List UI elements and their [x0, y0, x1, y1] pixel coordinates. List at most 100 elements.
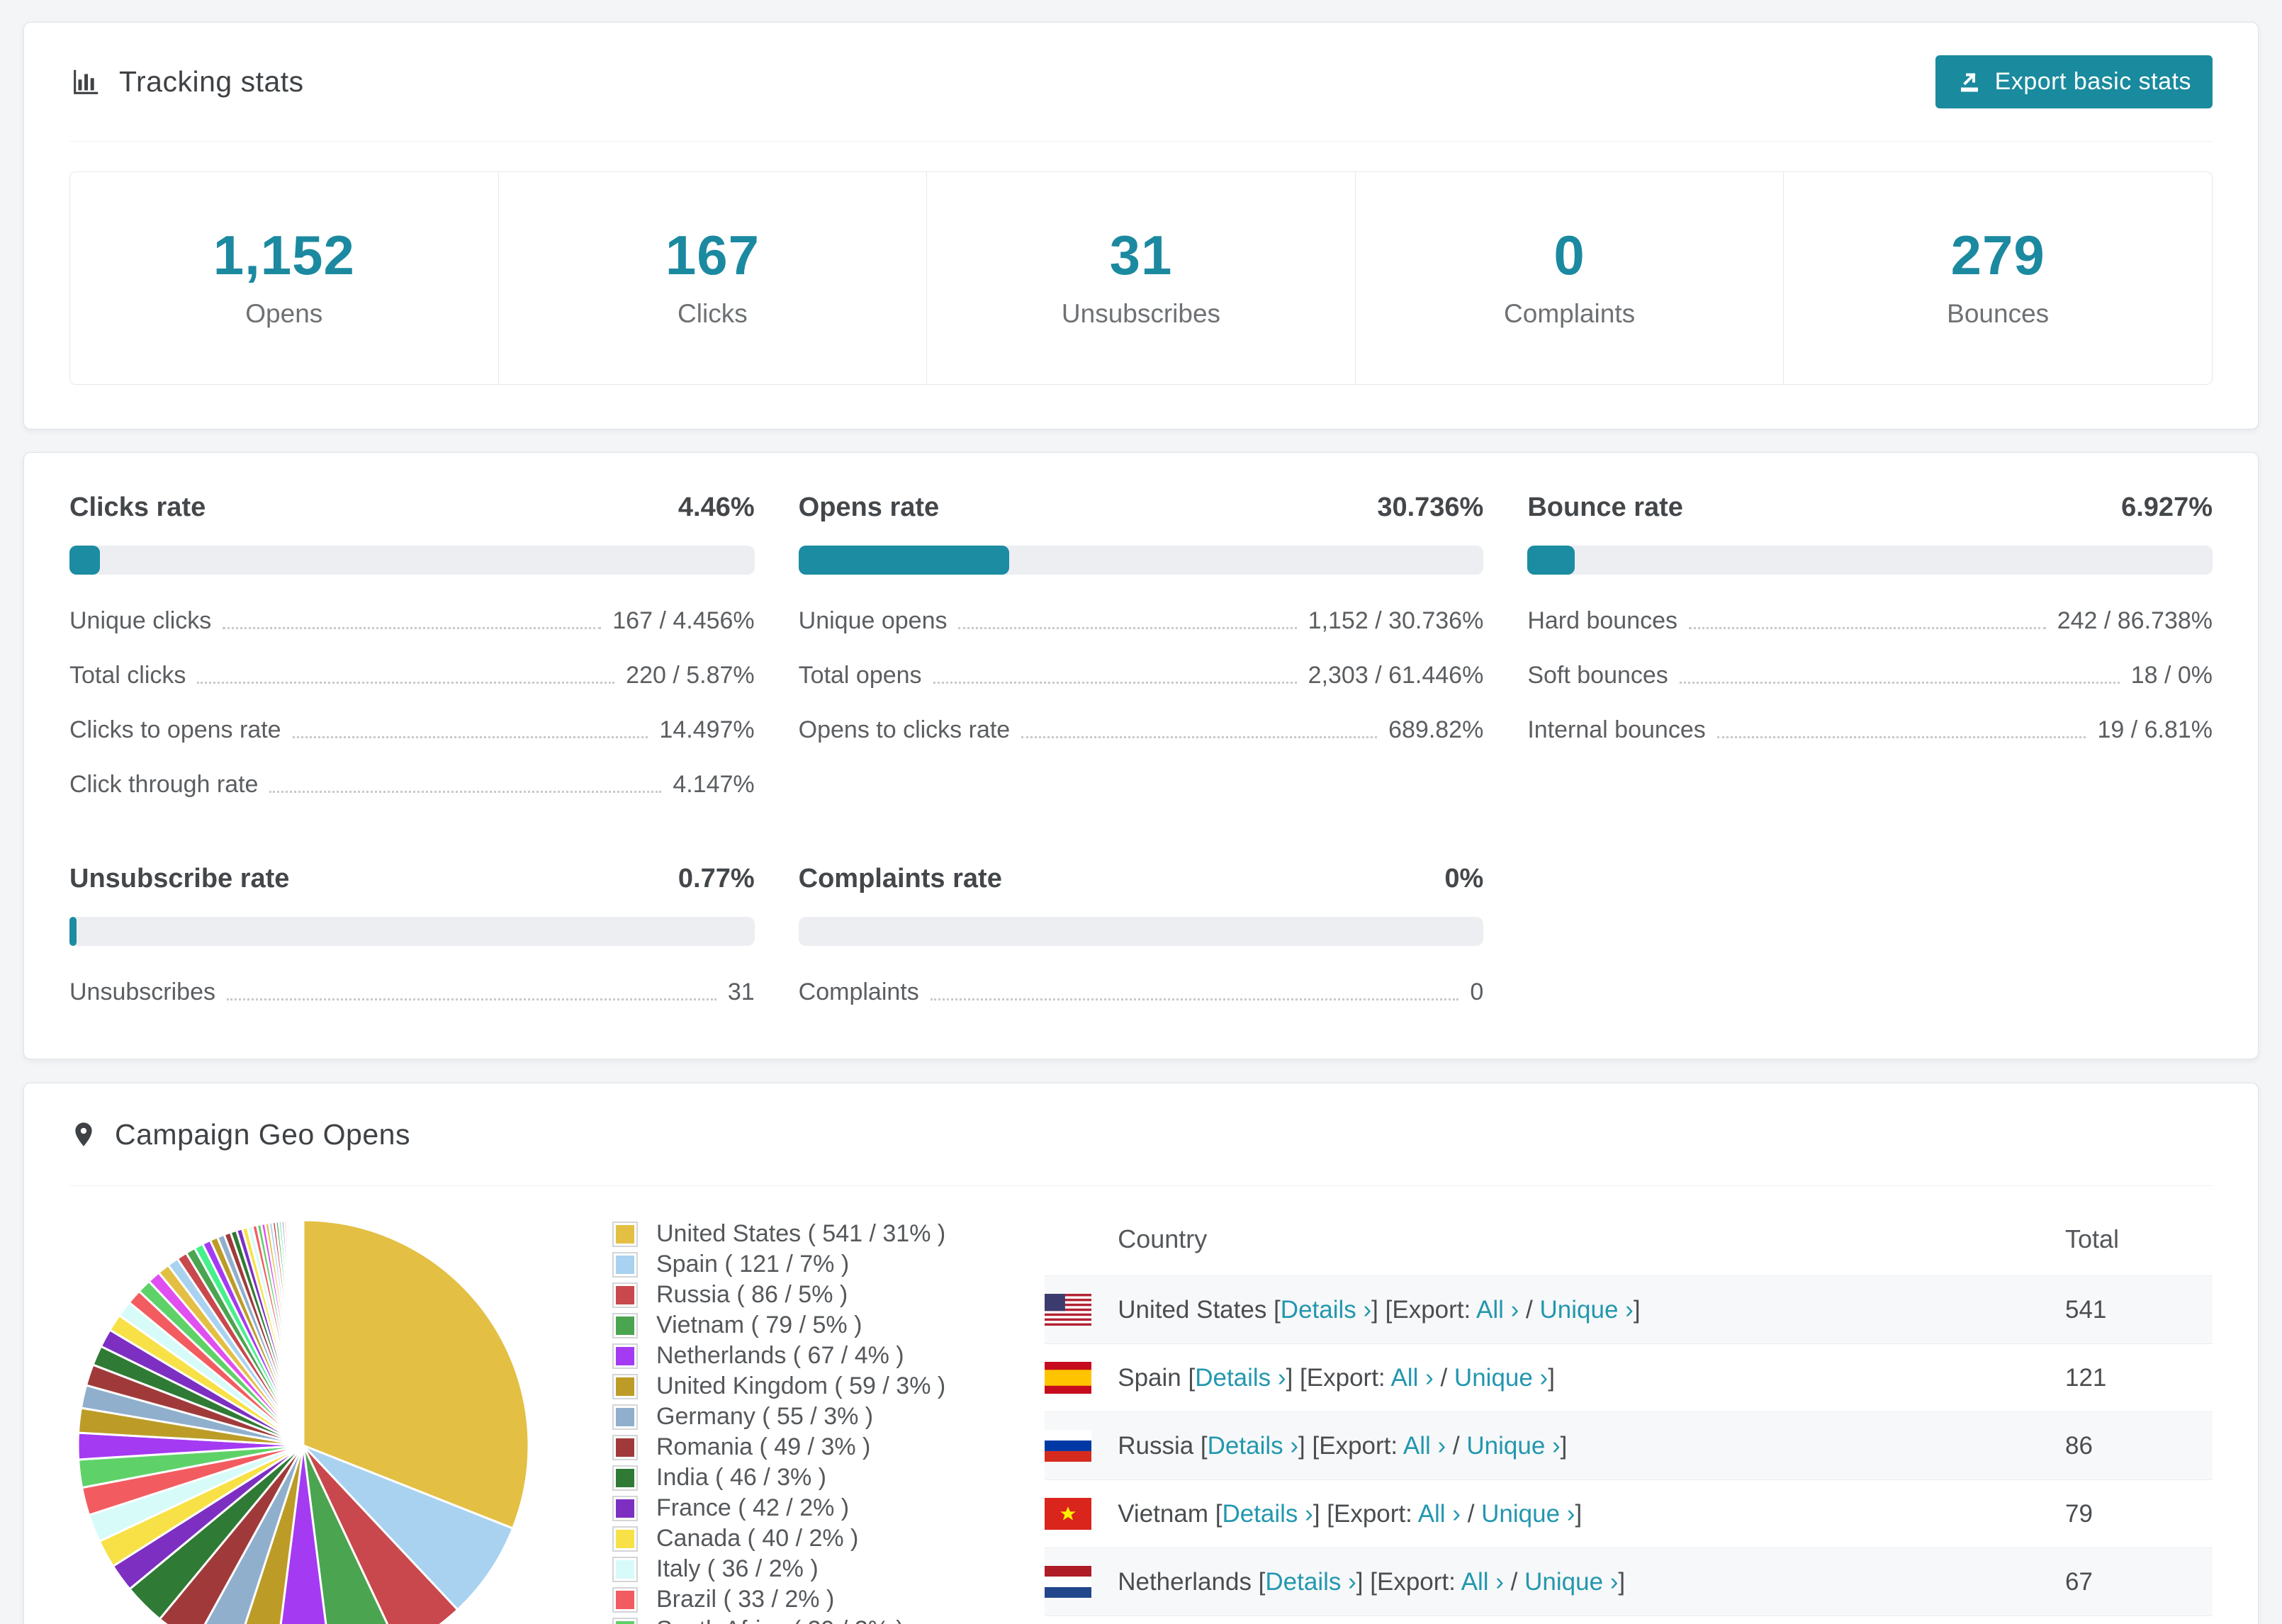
export-unique-link[interactable]: Unique › [1524, 1568, 1618, 1596]
export-basic-stats-button[interactable]: Export basic stats [1935, 55, 2213, 108]
legend-item-vietnam: Vietnam ( 79 / 5% ) [614, 1310, 945, 1341]
rate-value: 30.736% [1377, 492, 1484, 522]
export-button-label: Export basic stats [1994, 68, 2191, 95]
legend-item-india: India ( 46 / 3% ) [614, 1462, 945, 1493]
legend-item-france: France ( 42 / 2% ) [614, 1493, 945, 1523]
rate-detail-row: Soft bounces 18 / 0% [1527, 662, 2213, 689]
geo-row-total: 86 [2065, 1431, 2093, 1460]
export-unique-link[interactable]: Unique › [1466, 1432, 1560, 1460]
rate-detail-value: 689.82% [1388, 716, 1484, 743]
pie-slice[interactable] [300, 1219, 305, 1447]
details-link[interactable]: Details › [1281, 1296, 1371, 1324]
flag-ru-icon [1045, 1430, 1092, 1462]
page-title: Tracking stats [119, 65, 304, 98]
rate-detail-row: Unique clicks 167 / 4.456% [69, 607, 755, 635]
legend-swatch-icon [614, 1527, 636, 1550]
legend-swatch-icon [614, 1405, 636, 1428]
geo-row-total: 541 [2065, 1295, 2107, 1324]
legend-item-spain: Spain ( 121 / 7% ) [614, 1249, 945, 1280]
dotted-leader [1679, 682, 2120, 684]
details-link[interactable]: Details › [1195, 1364, 1286, 1392]
export-all-link[interactable]: All › [1403, 1432, 1446, 1460]
rate-title: Complaints rate [798, 864, 1002, 893]
rate-panel-clicks-rate: Clicks rate 4.46% Unique clicks 167 / 4.456… [69, 492, 755, 799]
rate-detail-value: 18 / 0% [2130, 662, 2213, 689]
stat-label: Bounces [1947, 299, 2050, 328]
legend-label: United States ( 541 / 31% ) [656, 1220, 946, 1247]
export-prefix: Export: [1376, 1567, 1456, 1596]
export-prefix: Export: [1334, 1499, 1412, 1528]
legend-label: United Kingdom ( 59 / 3% ) [656, 1372, 946, 1399]
rate-progress-fill [798, 546, 1009, 575]
details-link[interactable]: Details › [1222, 1500, 1313, 1528]
rate-detail-label: Clicks to opens rate [69, 716, 281, 743]
legend-item-italy: Italy ( 36 / 2% ) [614, 1554, 945, 1584]
rate-detail-row: Complaints 0 [799, 979, 1484, 1006]
geo-table: Country Total United States [Details ›] … [1045, 1197, 2213, 1624]
rate-value: 6.927% [2121, 492, 2213, 522]
rate-title: Bounce rate [1527, 492, 1683, 522]
legend-label: South Africa ( 29 / 2% ) [656, 1616, 904, 1624]
rate-detail-value: 19 / 6.81% [2097, 716, 2213, 743]
geo-table-row-vietnam: Vietnam [Details ›] [Export: All › / Uni… [1045, 1479, 2213, 1547]
stats-row: 1,152 Opens 167 Clicks 31 Unsubscribes 0 Compla… [69, 171, 2213, 385]
stat-value: 0 [1553, 224, 1585, 286]
legend-label: Canada ( 40 / 2% ) [656, 1525, 859, 1552]
rate-detail-value: 1,152 / 30.736% [1308, 607, 1484, 634]
rate-detail-value: 4.147% [673, 771, 755, 798]
export-unique-link[interactable]: Unique › [1481, 1500, 1575, 1528]
export-prefix: Export: [1319, 1431, 1398, 1460]
rate-detail-label: Internal bounces [1527, 716, 1706, 743]
legend-swatch-icon [614, 1253, 636, 1276]
legend-label: Spain ( 121 / 7% ) [656, 1251, 850, 1278]
rate-progress-bar [69, 917, 755, 946]
geo-table-header: Country Total [1045, 1197, 2213, 1275]
details-link[interactable]: Details › [1265, 1568, 1356, 1596]
export-all-link[interactable]: All › [1476, 1296, 1519, 1324]
rate-progress-bar [798, 917, 1484, 946]
stat-value: 1,152 [213, 224, 355, 286]
bar-chart-icon [69, 66, 102, 98]
legend-swatch-icon [614, 1466, 636, 1489]
stat-cell-clicks: 167 Clicks [498, 172, 927, 384]
legend-item-netherlands: Netherlands ( 67 / 4% ) [614, 1341, 945, 1371]
stat-cell-unsubscribes: 31 Unsubscribes [926, 172, 1355, 384]
legend-label: France ( 42 / 2% ) [656, 1494, 850, 1521]
rate-panel-unsubscribe-rate: Unsubscribe rate 0.77% Unsubscribes 31 [69, 864, 755, 1006]
legend-item-germany: Germany ( 55 / 3% ) [614, 1402, 945, 1432]
legend-label: Netherlands ( 67 / 4% ) [656, 1342, 904, 1369]
dotted-leader [226, 998, 716, 1000]
legend-item-south-africa: South Africa ( 29 / 2% ) [614, 1615, 945, 1624]
export-all-link[interactable]: All › [1461, 1568, 1504, 1596]
column-header-total: Total [2065, 1224, 2120, 1253]
legend-swatch-icon [614, 1222, 636, 1246]
geo-row-links: United States [Details ›] [Export: All ›… [1118, 1295, 1641, 1324]
geo-body: United States ( 541 / 31% ) Spain ( 121 /… [24, 1186, 2258, 1624]
stat-label: Opens [245, 299, 323, 328]
rate-detail-label: Total opens [798, 662, 922, 689]
rate-detail-value: 242 / 86.738% [2057, 607, 2213, 634]
rates-grid: Clicks rate 4.46% Unique clicks 167 / 4.456… [24, 453, 2258, 1059]
geo-table-row-united-kingdom: United Kingdom [Details ›] [Export: All … [1045, 1615, 2213, 1624]
location-pin-icon [69, 1116, 98, 1153]
flag-es-icon [1045, 1362, 1092, 1394]
geo-row-total: 79 [2065, 1499, 2093, 1528]
export-icon [1957, 69, 1982, 95]
stat-cell-opens: 1,152 Opens [70, 172, 498, 384]
details-link[interactable]: Details › [1208, 1432, 1298, 1460]
export-all-link[interactable]: All › [1390, 1364, 1433, 1392]
legend-swatch-icon [614, 1375, 636, 1398]
rate-progress-bar [69, 546, 755, 575]
export-unique-link[interactable]: Unique › [1540, 1296, 1634, 1324]
rate-detail-value: 0 [1470, 979, 1484, 1005]
geo-row-links: Russia [Details ›] [Export: All › / Uniq… [1118, 1431, 1568, 1460]
tracking-stats-card: Tracking stats Export basic stats 1,152 O… [23, 22, 2259, 429]
stat-label: Unsubscribes [1061, 299, 1221, 328]
export-all-link[interactable]: All › [1418, 1500, 1461, 1528]
legend-item-united-kingdom: United Kingdom ( 59 / 3% ) [614, 1371, 945, 1402]
geo-legend: United States ( 541 / 31% ) Spain ( 121 /… [614, 1219, 945, 1624]
legend-label: Germany ( 55 / 3% ) [656, 1403, 874, 1430]
export-unique-link[interactable]: Unique › [1454, 1364, 1548, 1392]
legend-label: Russia ( 86 / 5% ) [656, 1281, 848, 1308]
legend-swatch-icon [614, 1618, 636, 1624]
